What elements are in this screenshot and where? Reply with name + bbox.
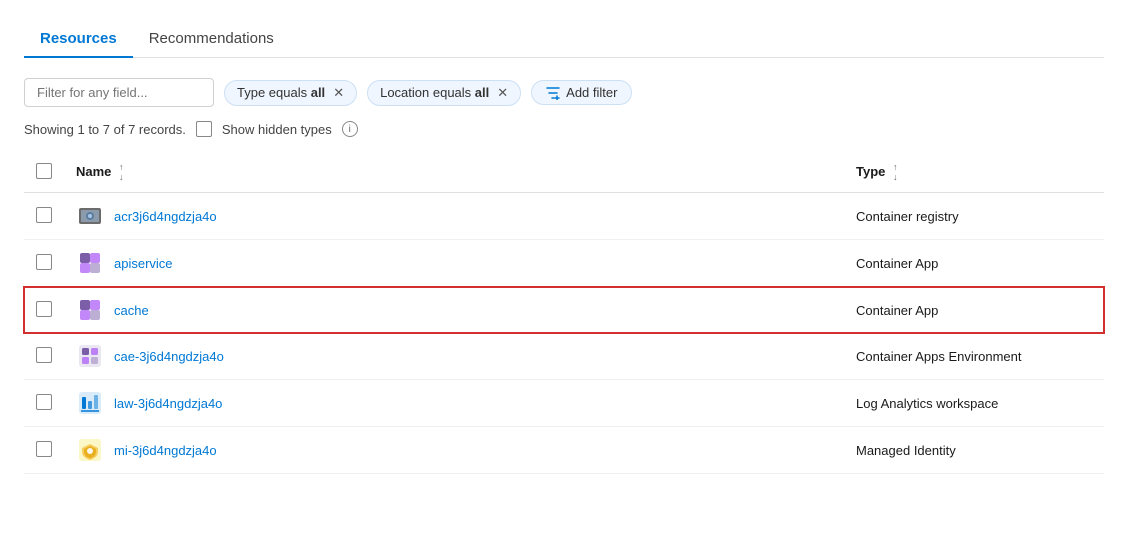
- row-checkbox-cell: [24, 240, 64, 287]
- row-checkbox-cell: [24, 380, 64, 427]
- type-filter-close-icon[interactable]: ✕: [333, 85, 344, 101]
- resources-table: Name ↑↓ Type ↑↓: [24, 153, 1104, 474]
- table-row: law-3j6d4ngdzja4o Log Analytics workspac…: [24, 380, 1104, 427]
- filter-add-icon: [546, 86, 560, 100]
- row-type-cell: Log Analytics workspace: [844, 380, 1104, 427]
- resource-name-link[interactable]: cae-3j6d4ngdzja4o: [114, 349, 224, 364]
- row-checkbox-row-acr[interactable]: [36, 207, 52, 223]
- header-checkbox-cell: [24, 153, 64, 193]
- row-name-cell: apiservice: [64, 240, 844, 287]
- resource-name-link[interactable]: cache: [114, 303, 149, 318]
- row-name-cell: cae-3j6d4ngdzja4o: [64, 333, 844, 380]
- resource-name-link[interactable]: law-3j6d4ngdzja4o: [114, 396, 222, 411]
- records-info-text: Showing 1 to 7 of 7 records.: [24, 122, 186, 137]
- managed-identity-icon: [76, 436, 104, 464]
- container-apps-env-icon: [76, 342, 104, 370]
- table-row: mi-3j6d4ngdzja4o Managed Identity: [24, 427, 1104, 474]
- row-type-cell: Container Apps Environment: [844, 333, 1104, 380]
- type-filter-chip[interactable]: Type equals all ✕: [224, 80, 357, 106]
- location-filter-label: Location equals all: [380, 85, 489, 100]
- filter-input[interactable]: [24, 78, 214, 107]
- container-app-icon: [76, 249, 104, 277]
- name-sort-icon[interactable]: ↑↓: [119, 163, 124, 182]
- location-filter-close-icon[interactable]: ✕: [497, 85, 508, 101]
- row-checkbox-cell: [24, 427, 64, 474]
- row-type-cell: Container registry: [844, 193, 1104, 240]
- row-checkbox-row-law[interactable]: [36, 394, 52, 410]
- container-registry-icon: [76, 202, 104, 230]
- tabs-container: Resources Recommendations: [24, 20, 1104, 58]
- show-hidden-checkbox[interactable]: [196, 121, 212, 137]
- row-type-cell: Container App: [844, 240, 1104, 287]
- table-row: cache Container App: [24, 287, 1104, 334]
- row-type-cell: Container App: [844, 287, 1104, 334]
- header-name: Name ↑↓: [64, 153, 844, 193]
- row-checkbox-row-apiservice[interactable]: [36, 254, 52, 270]
- container-app-icon: [76, 296, 104, 324]
- row-checkbox-cell: [24, 193, 64, 240]
- row-checkbox-row-cache[interactable]: [36, 301, 52, 317]
- show-hidden-label: Show hidden types: [222, 122, 332, 137]
- select-all-checkbox[interactable]: [36, 163, 52, 179]
- row-checkbox-row-cae[interactable]: [36, 347, 52, 363]
- row-checkbox-cell: [24, 287, 64, 334]
- type-filter-label: Type equals all: [237, 85, 325, 100]
- table-row: cae-3j6d4ngdzja4o Container Apps Environ…: [24, 333, 1104, 380]
- row-name-cell: law-3j6d4ngdzja4o: [64, 380, 844, 427]
- tab-resources[interactable]: Resources: [24, 20, 133, 57]
- row-name-cell: acr3j6d4ngdzja4o: [64, 193, 844, 240]
- resource-name-link[interactable]: apiservice: [114, 256, 173, 271]
- type-sort-icon[interactable]: ↑↓: [893, 163, 898, 182]
- table-row: apiservice Container App: [24, 240, 1104, 287]
- filter-bar: Type equals all ✕ Location equals all ✕ …: [24, 78, 1104, 107]
- row-checkbox-cell: [24, 333, 64, 380]
- info-icon[interactable]: i: [342, 121, 358, 137]
- tab-recommendations[interactable]: Recommendations: [133, 20, 290, 57]
- records-bar: Showing 1 to 7 of 7 records. Show hidden…: [24, 121, 1104, 137]
- table-row: acr3j6d4ngdzja4o Container registry: [24, 193, 1104, 240]
- row-checkbox-row-mi[interactable]: [36, 441, 52, 457]
- table-header-row: Name ↑↓ Type ↑↓: [24, 153, 1104, 193]
- add-filter-label: Add filter: [566, 85, 617, 100]
- location-filter-chip[interactable]: Location equals all ✕: [367, 80, 521, 106]
- header-type: Type ↑↓: [844, 153, 1104, 193]
- resource-name-link[interactable]: mi-3j6d4ngdzja4o: [114, 443, 217, 458]
- row-type-cell: Managed Identity: [844, 427, 1104, 474]
- row-name-cell: cache: [64, 287, 844, 334]
- resource-name-link[interactable]: acr3j6d4ngdzja4o: [114, 209, 217, 224]
- row-name-cell: mi-3j6d4ngdzja4o: [64, 427, 844, 474]
- log-analytics-icon: [76, 389, 104, 417]
- add-filter-button[interactable]: Add filter: [531, 80, 632, 105]
